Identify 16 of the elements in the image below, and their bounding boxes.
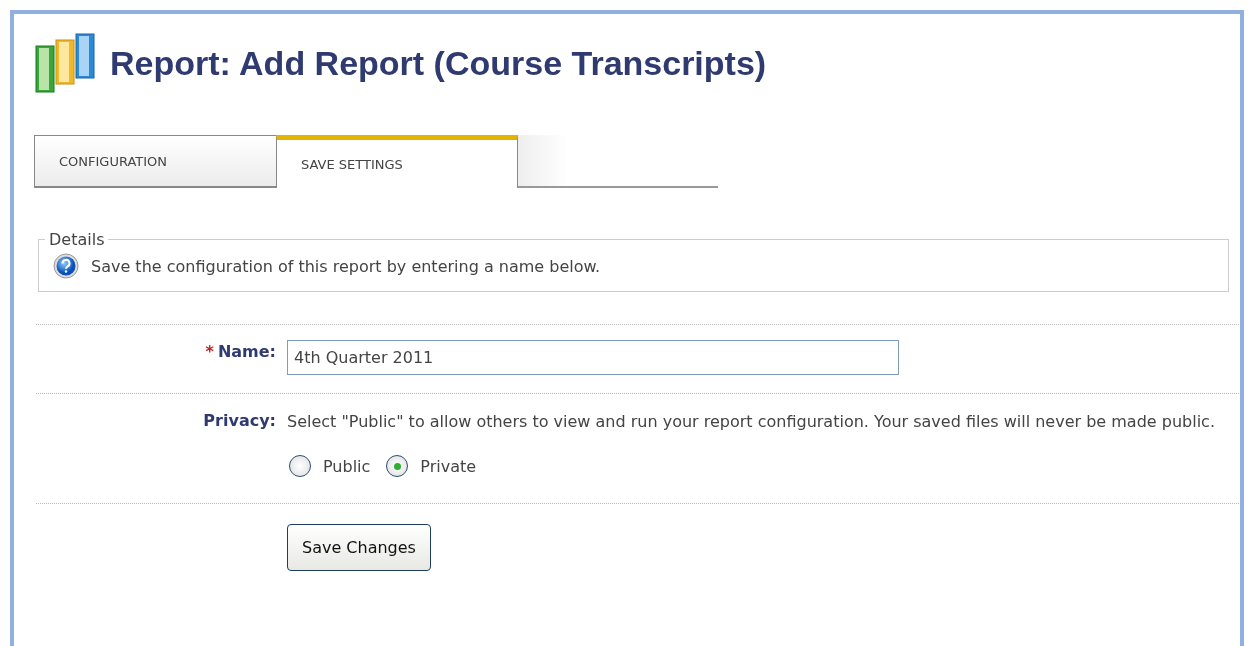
radio-label: Public xyxy=(323,456,371,476)
page-title: Report: Add Report (Course Transcripts) xyxy=(110,43,767,83)
name-label: * Name: xyxy=(205,342,276,363)
privacy-label: Privacy: xyxy=(203,411,276,432)
save-changes-button[interactable]: Save Changes xyxy=(287,524,431,571)
name-field[interactable]: 4th Quarter 2011 xyxy=(287,340,899,375)
details-legend: Details xyxy=(45,230,109,249)
bar-chart-icon xyxy=(34,32,98,94)
help-icon xyxy=(53,253,79,279)
radio-button[interactable] xyxy=(289,455,311,477)
radio-label: Private xyxy=(420,456,477,476)
tab[interactable]: SAVE SETTINGS xyxy=(276,135,518,188)
details-message: Save the configuration of this report by entering a name below. xyxy=(91,256,601,276)
tab[interactable]: CONFIGURATION xyxy=(34,135,276,188)
radio-button[interactable] xyxy=(386,455,409,477)
privacy-description: Select "Public" to allow others to view and run your report configuration. Your saved files will never be made public. xyxy=(287,411,1216,433)
